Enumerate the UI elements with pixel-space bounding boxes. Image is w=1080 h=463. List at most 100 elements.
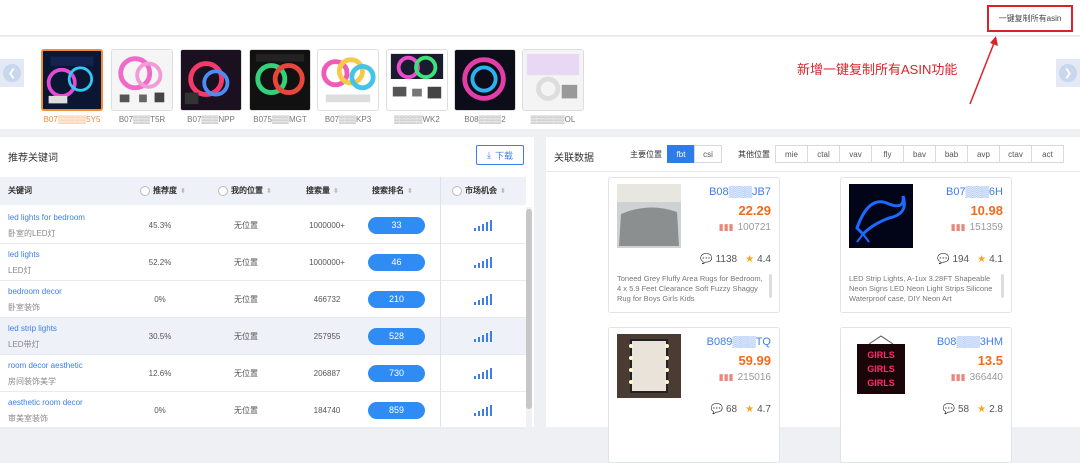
carousel-label-8[interactable]: ▒▒▒▒▒▒OL <box>518 115 588 124</box>
position-value: 无位置 <box>234 258 258 267</box>
tab-bab[interactable]: bab <box>935 145 968 163</box>
tab-act[interactable]: act <box>1031 145 1064 163</box>
product-carousel: ❮ ❯ B07▒▒▒▒▒5Y5 B07▒▒▒T5R B07▒▒▒NPP B075… <box>0 37 1080 129</box>
carousel-label-3[interactable]: B07▒▒▒NPP <box>176 115 246 124</box>
signal-bar <box>482 372 484 379</box>
signal-bar <box>482 261 484 268</box>
keyword-link[interactable]: aesthetic room decor <box>8 398 83 407</box>
carousel-thumb-5[interactable] <box>317 49 379 111</box>
volume-value: 206887 <box>313 369 341 378</box>
table-row[interactable]: led lights for bedroom 卧室的LED灯 45.3% 无位置 100… <box>0 207 526 244</box>
table-row[interactable]: led strip lights LED带灯 30.5% 无位置 257955 528 <box>0 318 526 355</box>
related-card-4[interactable]: GIRLS GIRLS GIRLS B08▒▒▒3HM 13.5 ▮▮▮ 3664… <box>840 327 1012 463</box>
top-toolbar: 一键复制所有asin <box>0 0 1080 36</box>
bar-chart-icon: ▮▮▮ <box>718 222 734 232</box>
carousel-thumb-2[interactable] <box>111 49 173 111</box>
signal-bar <box>486 296 488 305</box>
keyword-link[interactable]: led strip lights <box>8 324 57 333</box>
scrollbar-thumb[interactable] <box>526 209 532 409</box>
col-position[interactable]: 我的位置 ⬍ <box>218 177 272 205</box>
card-price: 22.29 <box>738 203 771 218</box>
tab-ctav[interactable]: ctav <box>999 145 1032 163</box>
card-asin[interactable]: B089▒▒▒TQ <box>707 336 771 348</box>
tab-csi[interactable]: csi <box>694 145 722 163</box>
card-meta: 💬 58 ★ 2.8 <box>942 404 1003 415</box>
carousel-label-4[interactable]: B075▒▒▒MGT <box>245 115 315 124</box>
product-image <box>181 50 241 110</box>
recommend-value: 0% <box>154 406 166 415</box>
opportunity-signal-icon <box>474 257 492 268</box>
keyword-link[interactable]: bedroom decor <box>8 287 62 296</box>
related-card-3[interactable]: B089▒▒▒TQ 59.99 ▮▮▮ 215016 💬 68 ★ 4.7 <box>608 327 780 463</box>
opportunity-signal-icon <box>474 294 492 305</box>
card-asin[interactable]: B08▒▒▒3HM <box>937 336 1003 348</box>
keyword-link[interactable]: room decor aesthetic <box>8 361 83 370</box>
opportunity-signal-icon <box>474 368 492 379</box>
rank-badge: 528 <box>368 328 425 345</box>
card-scrollbar[interactable] <box>769 274 772 298</box>
bar-chart-icon: ▮▮▮ <box>950 222 966 232</box>
tab-vav[interactable]: vav <box>839 145 872 163</box>
carousel-label-7[interactable]: B08▒▒▒▒2 <box>450 115 520 124</box>
keyword-link[interactable]: led lights <box>8 250 40 259</box>
volume-value: 466732 <box>313 295 341 304</box>
carousel-label-6[interactable]: ▒▒▒▒▒WK2 <box>382 115 452 124</box>
tab-fbt[interactable]: fbt <box>667 145 695 163</box>
related-card-1[interactable]: B08▒▒▒JB7 22.29 ▮▮▮ 100721 💬 1138 ★ 4.4 Tone… <box>608 177 780 313</box>
col-rank[interactable]: 搜索排名 ⬍ <box>372 177 413 205</box>
carousel-thumb-1[interactable] <box>41 49 103 111</box>
carousel-prev-button[interactable]: ❮ <box>0 59 24 87</box>
keyword-panel-title: 推荐关键词 <box>8 153 58 164</box>
col-opportunity[interactable]: 市场机会 ⬍ <box>452 177 506 205</box>
carousel-next-button[interactable]: ❯ <box>1056 59 1080 87</box>
card-scrollbar[interactable] <box>1001 274 1004 298</box>
carousel-label-2[interactable]: B07▒▒▒T5R <box>107 115 177 124</box>
keyword-scrollbar[interactable] <box>526 207 532 427</box>
product-image <box>617 334 681 398</box>
other-position-tabs: mie ctal vav fly bav bab avp ctav act <box>775 145 1064 163</box>
card-asin[interactable]: B07▒▒▒6H <box>946 186 1003 198</box>
tab-ctal[interactable]: ctal <box>807 145 840 163</box>
sort-icon: ⬍ <box>180 188 186 195</box>
download-button[interactable]: ⤓ 下载 <box>476 145 524 165</box>
signal-bar <box>490 405 492 416</box>
signal-bar <box>486 407 488 416</box>
opportunity-signal-icon <box>474 405 492 416</box>
star-icon: ★ <box>745 254 755 265</box>
signal-bar <box>490 368 492 379</box>
carousel-thumb-3[interactable] <box>180 49 242 111</box>
table-row[interactable]: bedroom decor 卧室装饰 0% 无位置 466732 210 <box>0 281 526 318</box>
star-icon: ★ <box>977 254 987 265</box>
sign-text: GIRLS <box>867 350 895 360</box>
signal-bar <box>474 228 476 231</box>
download-label: 下载 <box>494 150 513 161</box>
opportunity-signal-icon <box>474 220 492 231</box>
tab-mie[interactable]: mie <box>775 145 808 163</box>
tab-bav[interactable]: bav <box>903 145 936 163</box>
carousel-thumb-4[interactable] <box>249 49 311 111</box>
table-row[interactable]: room decor aesthetic 房间装饰美学 12.6% 无位置 206887… <box>0 355 526 392</box>
carousel-thumb-6[interactable] <box>386 49 448 111</box>
col-recommend[interactable]: 推荐度 ⬍ <box>140 177 186 205</box>
table-row[interactable]: led lights LED灯 52.2% 无位置 1000000+ 46 <box>0 244 526 281</box>
col-volume[interactable]: 搜索量 ⬍ <box>306 177 339 205</box>
carousel-thumb-7[interactable] <box>454 49 516 111</box>
carousel-label-5[interactable]: B07▒▒▒KP3 <box>313 115 383 124</box>
rank-badge: 730 <box>368 365 425 382</box>
comment-icon: 💬 <box>700 254 713 265</box>
tab-fly[interactable]: fly <box>871 145 904 163</box>
carousel-thumb-8[interactable] <box>522 49 584 111</box>
related-card-2[interactable]: B07▒▒▒6H 10.98 ▮▮▮ 151359 💬 194 ★ 4.1 LED St… <box>840 177 1012 313</box>
carousel-label-1[interactable]: B07▒▒▒▒▒5Y5 <box>37 115 107 124</box>
tab-avp[interactable]: avp <box>967 145 1000 163</box>
keyword-link[interactable]: led lights for bedroom <box>8 213 85 222</box>
copy-all-asin-button[interactable]: 一键复制所有asin <box>987 5 1073 32</box>
card-asin[interactable]: B08▒▒▒JB7 <box>709 186 771 198</box>
signal-bar <box>478 337 480 342</box>
download-icon: ⤓ <box>487 149 491 160</box>
card-meta: 💬 194 ★ 4.1 <box>936 254 1003 265</box>
signal-bar <box>478 263 480 268</box>
sign-text: GIRLS <box>867 364 895 374</box>
card-price: 10.98 <box>970 203 1003 218</box>
table-row[interactable]: aesthetic room decor 审美室装饰 0% 无位置 184740 859 <box>0 392 526 429</box>
